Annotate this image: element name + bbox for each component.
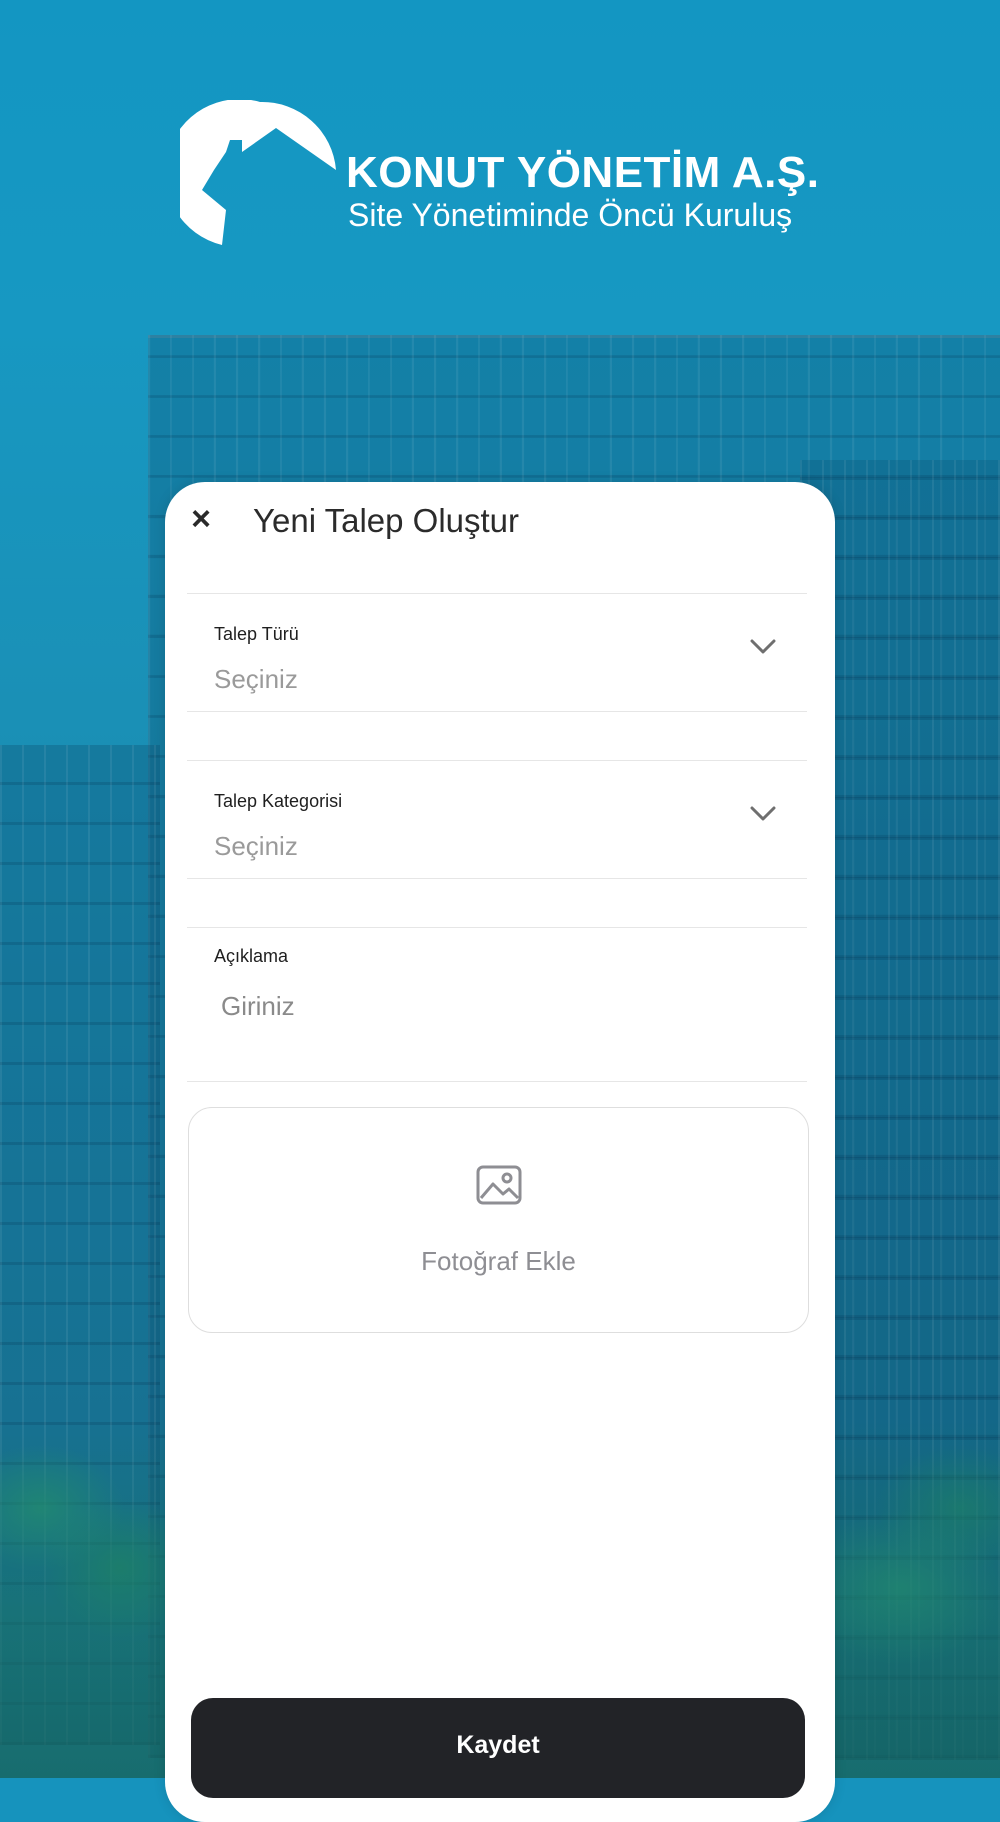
company-logo: KONUT YÖNETİM A.Ş. Site Yönetiminde Öncü…	[180, 100, 820, 250]
request-category-select[interactable]: Talep Kategorisi Seçiniz	[187, 760, 807, 879]
chevron-down-icon	[750, 639, 776, 654]
request-category-value: Seçiniz	[214, 831, 298, 861]
description-label: Açıklama	[214, 946, 289, 966]
request-type-value: Seçiniz	[214, 664, 298, 694]
brand-subtitle: Site Yönetiminde Öncü Kuruluş	[348, 197, 793, 233]
request-type-select[interactable]: Talep Türü Seçiniz	[187, 593, 807, 712]
brand-title: KONUT YÖNETİM A.Ş.	[346, 148, 820, 197]
request-type-label: Talep Türü	[214, 624, 299, 644]
add-photo-button[interactable]: Fotoğraf Ekle	[188, 1107, 809, 1333]
description-input[interactable]: Giriniz	[221, 991, 295, 1022]
image-icon	[476, 1165, 522, 1205]
save-button[interactable]: Kaydet	[191, 1698, 805, 1798]
close-icon[interactable]: ×	[188, 502, 214, 536]
page-title: Yeni Talep Oluştur	[253, 502, 520, 539]
house-logo-icon	[180, 100, 336, 245]
request-category-label: Talep Kategorisi	[214, 791, 343, 811]
add-photo-label: Fotoğraf Ekle	[421, 1246, 576, 1276]
chevron-down-icon	[750, 806, 776, 821]
description-field[interactable]: Açıklama Giriniz	[187, 927, 807, 1082]
